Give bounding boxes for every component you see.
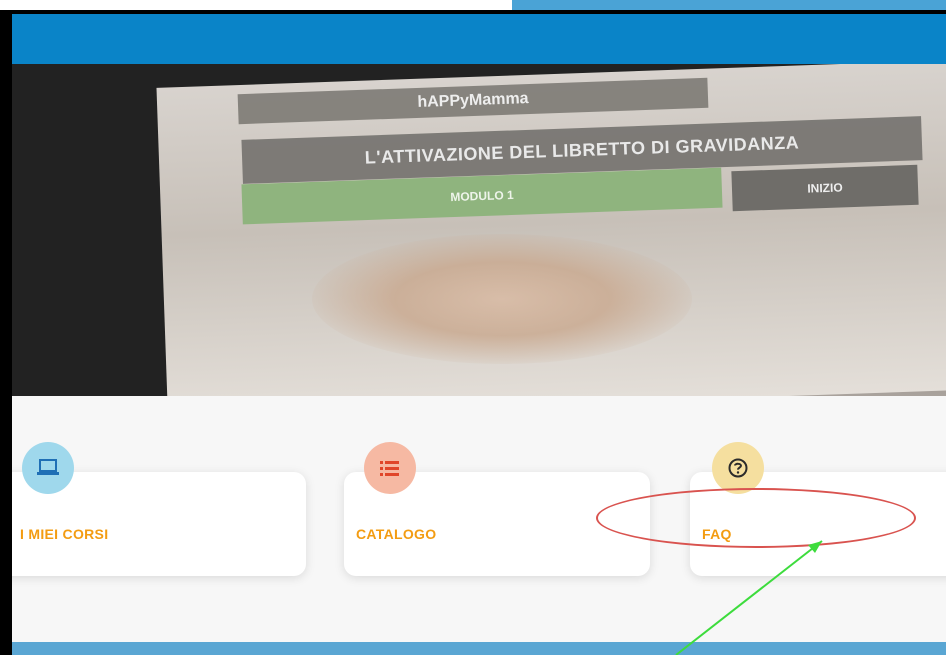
screenshot-frame: hAPPyMamma L'ATTIVAZIONE DEL LIBRETTO DI…	[0, 0, 946, 655]
annotation-arrow	[675, 540, 823, 655]
